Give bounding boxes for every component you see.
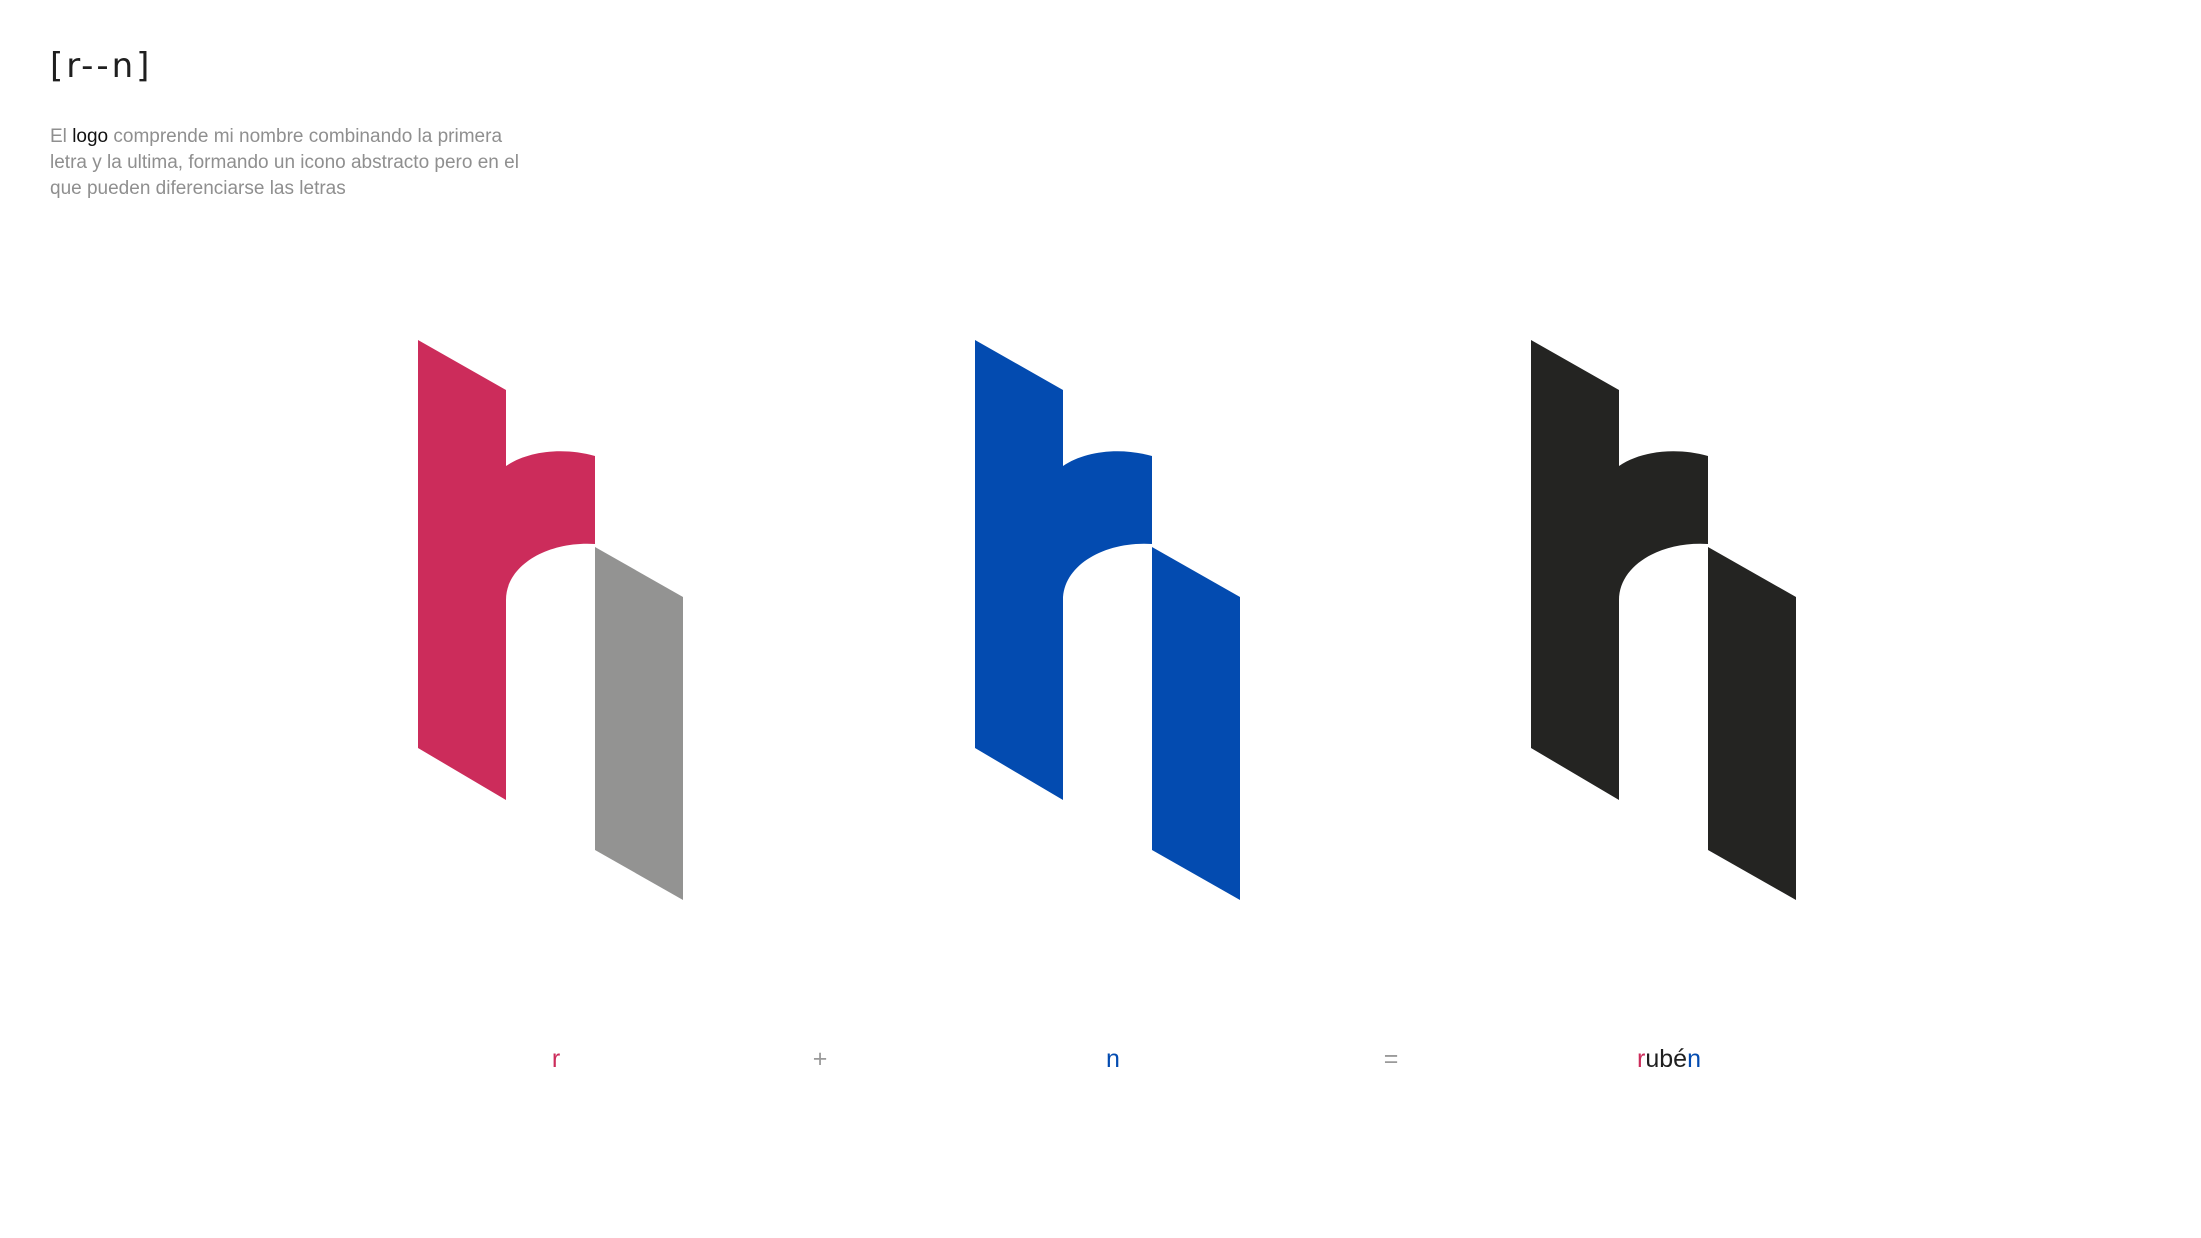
logo-n-highlighted [975, 340, 1255, 910]
logo-r-shape [1531, 340, 1708, 800]
name-middle-letters: ubé [1645, 1045, 1688, 1073]
intro-highlight: logo [72, 126, 109, 147]
equation-plus: + [812, 1045, 828, 1073]
equation-name: rubén [1637, 1044, 1701, 1074]
logo-n-shape [1708, 547, 1796, 900]
logo-r-highlighted [418, 340, 698, 910]
logo-r-highlighted-graphic [418, 340, 683, 900]
logo-n-shape [595, 547, 683, 900]
page-title: [r--n] [50, 46, 153, 86]
equation-n: n [1106, 1045, 1120, 1073]
equation-equals: = [1383, 1045, 1399, 1073]
intro-paragraph: El logo comprende mi nombre combinando l… [50, 124, 540, 202]
logo-n-shape [1152, 547, 1240, 900]
intro-text-after: comprende mi nombre combinando la primer… [50, 126, 519, 199]
equation-r: r [551, 1045, 561, 1073]
intro-text-before: El [50, 126, 73, 147]
logo-r-shape [975, 340, 1152, 800]
logo-combined [1531, 340, 1811, 910]
name-last-letter: n [1687, 1045, 1701, 1073]
logo-n-highlighted-graphic [975, 340, 1240, 900]
logo-r-shape [418, 340, 595, 800]
logo-combined-graphic [1531, 340, 1796, 900]
